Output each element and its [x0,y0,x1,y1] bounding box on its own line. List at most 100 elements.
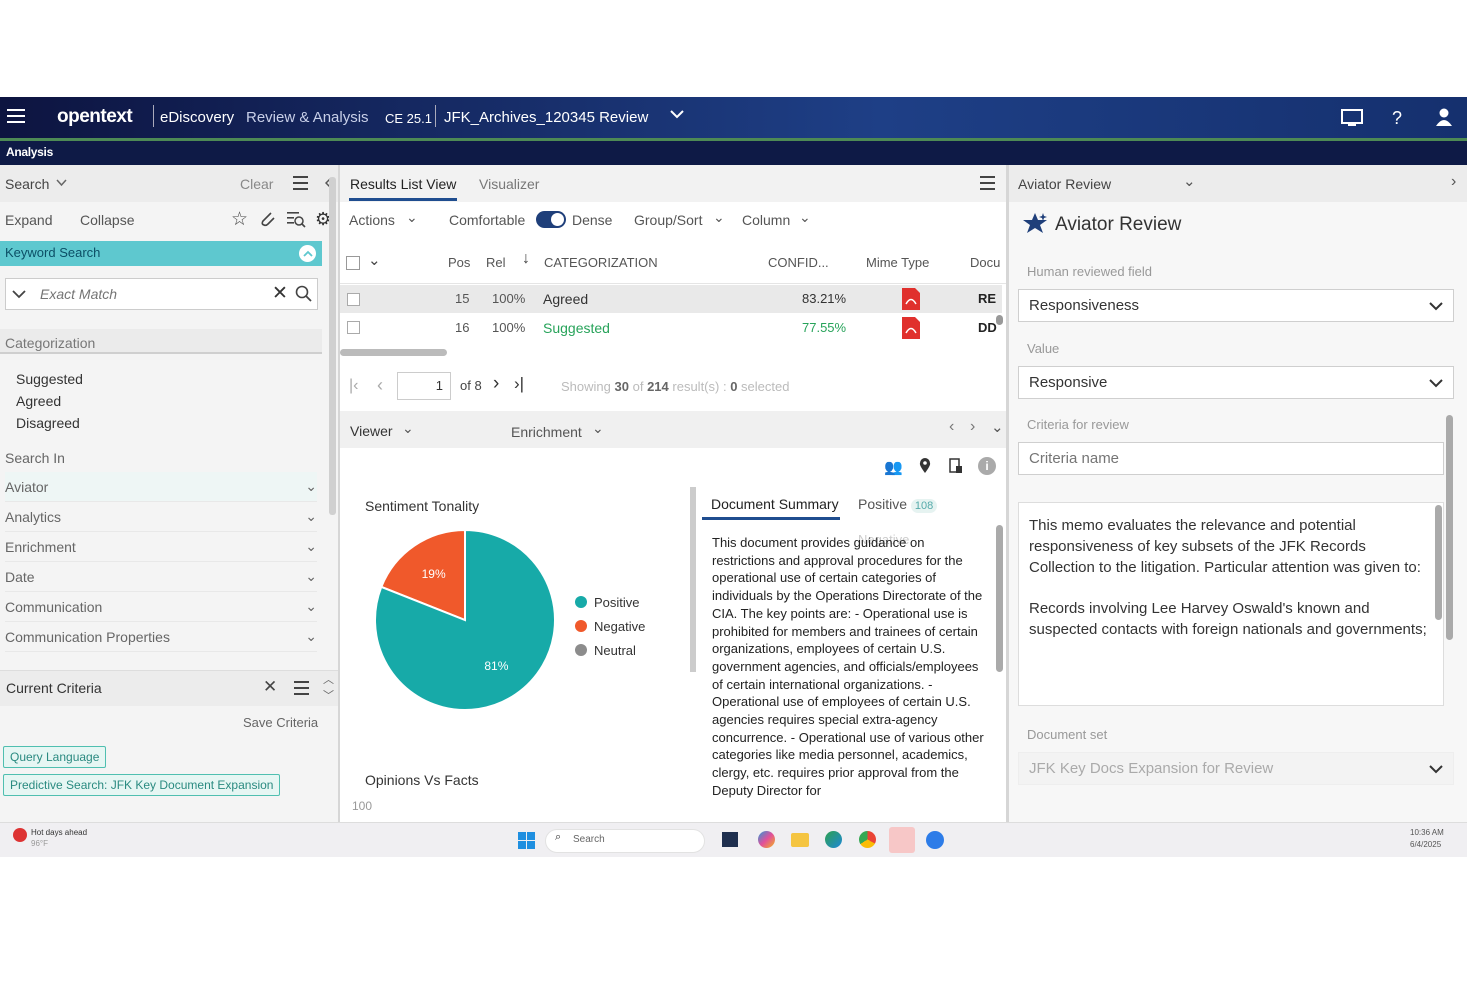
chevron-down-icon[interactable] [12,289,26,299]
category-agreed[interactable]: Agreed [16,393,61,409]
value-dropdown[interactable]: Responsive [1018,366,1454,399]
taskbar-search-box[interactable] [545,829,705,853]
sort-down-icon[interactable]: ↓ [522,250,530,268]
last-page-icon[interactable]: ›| [514,374,524,394]
next-page-icon[interactable]: › [493,373,499,395]
category-disagreed[interactable]: Disagreed [16,415,80,431]
row-checkbox[interactable] [347,293,360,306]
people-icon[interactable]: 👥 [884,458,903,476]
chip-query-language[interactable]: Query Language [3,746,107,768]
pdf-icon[interactable] [901,287,921,311]
user-icon[interactable] [1435,108,1453,126]
zoom-icon[interactable] [926,831,944,849]
hamburger-menu-icon[interactable] [7,106,27,126]
menu-icon[interactable] [293,176,309,190]
pdf-icon[interactable] [901,316,921,340]
column-pos[interactable]: Pos [448,255,470,270]
group-sort-dropdown[interactable]: Group/Sort [634,212,702,228]
column-rel[interactable]: Rel [486,255,506,270]
search-list-icon[interactable] [286,210,306,228]
facet-analytics[interactable]: Analytics ⌄ [5,502,317,532]
expand-button[interactable]: Expand [5,212,52,228]
viewer-dropdown[interactable]: Viewer [350,423,393,439]
human-reviewed-dropdown[interactable]: Responsiveness [1018,289,1454,322]
chevron-down-icon[interactable]: ⌄ [713,209,725,226]
splitter[interactable] [690,487,696,672]
weather-icon[interactable] [13,828,27,842]
chevron-down-icon[interactable]: ⌄ [305,628,317,645]
aviator-header-title[interactable]: Aviator Review [1018,176,1111,192]
horizontal-scrollbar[interactable] [340,349,447,356]
tab-results-list-view[interactable]: Results List View [350,176,456,192]
help-icon[interactable]: ? [1392,108,1402,129]
density-toggle[interactable] [536,211,566,228]
legend-item-positive[interactable]: Positive [575,590,645,614]
location-pin-icon[interactable] [919,458,931,479]
save-criteria-button[interactable]: Save Criteria [243,715,318,730]
file-explorer-icon[interactable] [722,832,738,847]
panel-divider[interactable] [1006,165,1009,822]
chevron-down-icon[interactable]: ⌄ [305,598,317,615]
edge-icon[interactable] [825,831,842,848]
chevron-down-icon[interactable]: ⌄ [305,568,317,585]
column-document[interactable]: Docu [970,255,1000,270]
vertical-scrollbar[interactable] [1446,415,1453,640]
chevron-down-icon[interactable] [1429,378,1443,388]
facet-communication-properties[interactable]: Communication Properties ⌄ [5,622,317,652]
chevron-right-icon[interactable]: › [1451,173,1456,191]
category-suggested[interactable]: Suggested [16,371,83,387]
next-icon[interactable]: › [970,418,975,436]
clock-date[interactable]: 6/4/2025 [1410,840,1441,849]
document-icon[interactable] [949,458,963,479]
column-dropdown[interactable]: Column [742,212,790,228]
chrome-icon[interactable] [859,831,876,848]
legend-item-neutral[interactable]: Neutral [575,638,645,662]
vertical-scrollbar[interactable] [996,315,1003,325]
enrichment-dropdown[interactable]: Enrichment [511,424,582,440]
star-icon[interactable]: ☆ [231,208,248,231]
facet-date[interactable]: Date ⌄ [5,562,317,592]
info-icon[interactable]: i [978,457,996,475]
document-set-dropdown[interactable]: JFK Key Docs Expansion for Review [1018,752,1454,785]
chevron-down-icon[interactable]: ⌄ [1183,172,1196,190]
menu-icon[interactable] [980,176,996,190]
tab-positive[interactable]: Positive 108 [858,496,938,513]
close-icon[interactable]: ✕ [263,677,277,697]
legend-item-negative[interactable]: Negative [575,614,645,638]
chevron-down-icon[interactable]: ⌄ [305,538,317,555]
scrollbar[interactable] [329,177,336,515]
folder-icon[interactable] [791,833,809,847]
vertical-scrollbar[interactable] [1435,505,1442,620]
facet-enrichment[interactable]: Enrichment ⌄ [5,532,317,562]
search-title[interactable]: Search [5,176,49,192]
prev-page-icon[interactable]: ‹ [377,375,383,396]
criteria-text-box[interactable]: This memo evaluates the relevance and po… [1018,502,1444,706]
row-checkbox[interactable] [347,321,360,334]
tab-visualizer[interactable]: Visualizer [479,176,539,192]
teams-icon[interactable] [889,827,915,853]
chevron-down-icon[interactable]: ⌄ [799,209,811,226]
chevron-up-icon[interactable]: ︿ [323,671,334,687]
chevron-down-icon[interactable]: ⌄ [368,251,381,269]
close-icon[interactable]: ✕ [272,282,288,305]
prev-icon[interactable]: ‹ [949,418,954,436]
search-icon[interactable] [295,285,313,303]
chevron-down-icon[interactable]: ⌄ [991,418,1004,436]
tab-document-summary[interactable]: Document Summary [711,496,839,512]
chevron-up-icon[interactable] [299,245,316,262]
paperclip-icon[interactable] [259,210,277,228]
chevron-down-icon[interactable]: ﹀ [323,687,334,703]
page-input[interactable]: 1 [397,372,451,400]
chip-predictive-search[interactable]: Predictive Search: JFK Key Document Expa… [3,774,281,796]
keyword-search-input[interactable] [40,283,260,305]
chevron-down-icon[interactable]: ⌄ [305,478,317,495]
facet-communication[interactable]: Communication ⌄ [5,592,317,622]
panel-divider[interactable] [338,165,340,822]
first-page-icon[interactable]: |‹ [349,377,358,395]
chevron-down-icon[interactable]: ⌄ [305,508,317,525]
criteria-name-input[interactable] [1018,442,1444,475]
facet-aviator[interactable]: Aviator ⌄ [5,472,317,502]
monitor-icon[interactable] [1341,108,1363,128]
column-mime-type[interactable]: Mime Type [866,255,929,270]
vertical-scrollbar[interactable] [996,525,1003,672]
